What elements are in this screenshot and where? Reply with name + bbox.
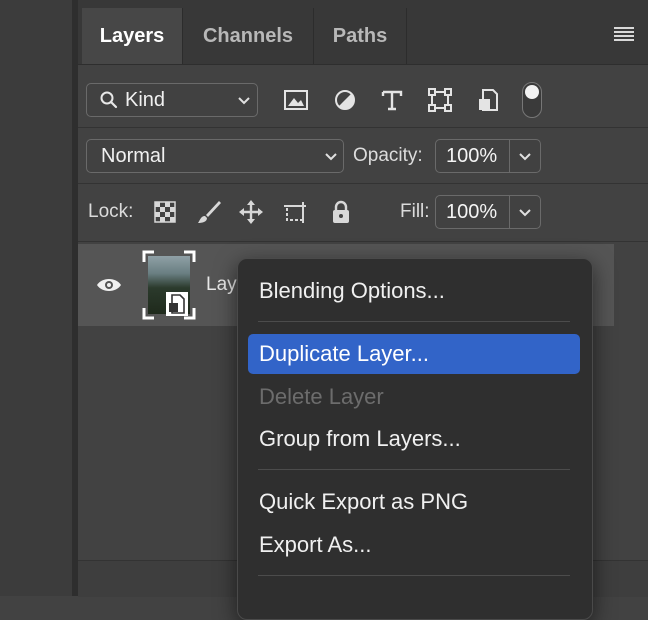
move-icon[interactable]: [238, 199, 264, 225]
lock-label: Lock:: [88, 201, 134, 222]
tab-layers[interactable]: Layers: [82, 8, 182, 64]
adjustment-filter-icon[interactable]: [332, 88, 358, 112]
layer-context-menu: Blending Options... Duplicate Layer... D…: [237, 258, 593, 620]
tab-channels[interactable]: Channels: [183, 8, 313, 64]
menu-item-duplicate-layer[interactable]: Duplicate Layer...: [248, 334, 580, 374]
chevron-down-icon: [325, 153, 337, 161]
search-icon: [100, 91, 118, 109]
row-divider: [78, 127, 648, 128]
opacity-dropdown-button[interactable]: [509, 140, 540, 172]
menu-item-blending-options[interactable]: Blending Options...: [248, 271, 580, 311]
artboard-lock-icon[interactable]: [282, 199, 308, 225]
opacity-field[interactable]: 100%: [435, 139, 541, 173]
menu-separator: [258, 575, 570, 576]
chevron-down-icon: [519, 153, 531, 161]
panel-menu-icon[interactable]: [614, 27, 634, 43]
left-toolbar-strip: [0, 0, 72, 596]
fill-field[interactable]: 100%: [435, 195, 541, 229]
menu-separator: [258, 469, 570, 470]
lock-icon[interactable]: [328, 199, 354, 225]
shape-filter-icon[interactable]: [427, 88, 453, 112]
smart-object-filter-icon[interactable]: [476, 88, 502, 112]
menu-item-export-as[interactable]: Export As...: [248, 525, 580, 565]
blend-mode-select[interactable]: Normal: [86, 139, 344, 173]
tab-paths[interactable]: Paths: [314, 8, 406, 64]
chevron-down-icon: [238, 97, 250, 105]
brush-icon[interactable]: [196, 199, 222, 225]
filter-kind-label: Kind: [125, 89, 166, 111]
eye-visibility-icon[interactable]: [96, 276, 122, 294]
image-filter-icon[interactable]: [283, 88, 309, 112]
filter-kind-select[interactable]: Kind: [86, 83, 258, 117]
menu-separator: [258, 321, 570, 322]
lock-transparent-pixels-icon[interactable]: [152, 199, 178, 225]
opacity-label: Opacity:: [353, 145, 423, 166]
smart-object-badge-icon: [166, 292, 188, 316]
menu-item-group-from-layers[interactable]: Group from Layers...: [248, 419, 580, 459]
tab-divider: [406, 8, 407, 64]
fill-value: 100%: [446, 201, 498, 223]
layer-thumbnail[interactable]: [142, 250, 196, 320]
menu-item-quick-export-png[interactable]: Quick Export as PNG: [248, 482, 580, 522]
menu-item-delete-layer: Delete Layer: [259, 384, 384, 409]
row-divider: [78, 241, 648, 242]
panel-tab-bar: Layers Channels Paths: [78, 0, 648, 65]
layer-name[interactable]: Lay: [206, 274, 237, 296]
fill-label: Fill:: [400, 201, 430, 222]
row-divider: [78, 183, 648, 184]
opacity-value: 100%: [446, 145, 498, 167]
blend-mode-value: Normal: [101, 145, 166, 167]
filter-toggle-switch[interactable]: [522, 82, 542, 118]
chevron-down-icon: [519, 209, 531, 217]
type-filter-icon[interactable]: [379, 88, 405, 112]
fill-dropdown-button[interactable]: [509, 196, 540, 228]
